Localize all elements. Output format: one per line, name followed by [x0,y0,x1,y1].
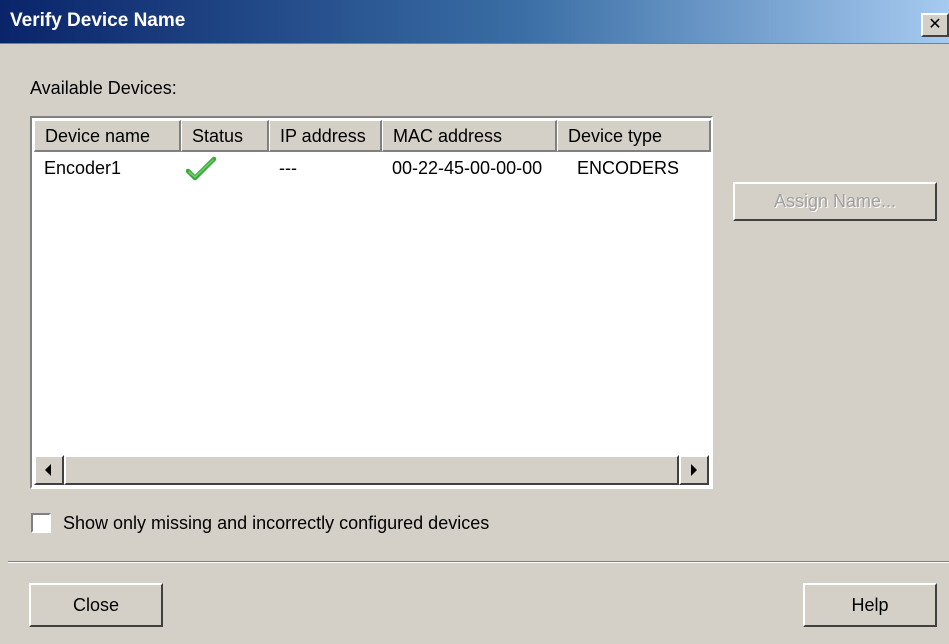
available-devices-label: Available Devices: [30,78,177,98]
column-header-mac-address[interactable]: MAC address [382,120,557,152]
help-button[interactable]: Help [803,583,937,627]
show-missing-checkbox[interactable] [31,513,51,533]
close-window-button[interactable]: ✕ [921,13,949,37]
column-header-status[interactable]: Status [181,120,269,152]
arrow-right-icon [691,464,697,476]
cell-device-type: ENCODERS [577,158,680,178]
cell-device-name: Encoder1 [44,158,122,178]
cell-mac-address: 00-22-45-00-00-00 [392,158,543,178]
column-header-device-type[interactable]: Device type [557,120,711,152]
title-bar: Verify Device Name ✕ [0,0,949,44]
green-checkmark-icon [185,156,218,187]
show-missing-label[interactable]: Show only missing and incorrectly config… [63,513,489,534]
window-title: Verify Device Name [10,10,186,31]
arrow-left-icon [45,464,51,476]
scroll-left-button[interactable] [34,455,64,485]
column-header-device-name[interactable]: Device name [34,120,181,152]
list-header: Device name Status IP address MAC addres… [34,120,711,152]
horizontal-scrollbar[interactable] [34,455,709,485]
scrollbar-thumb[interactable] [64,455,679,485]
separator [8,561,949,563]
close-button[interactable]: Close [29,583,163,627]
scroll-right-button[interactable] [679,455,709,485]
cell-ip-address: --- [279,158,297,178]
close-icon: ✕ [928,16,942,33]
device-list[interactable]: Device name Status IP address MAC addres… [30,116,713,489]
assign-name-button[interactable]: Assign Name... [733,182,937,221]
column-header-ip-address[interactable]: IP address [269,120,382,152]
table-row[interactable]: Encoder1 --- 00-22-45-00-00-00 ENCODERS [34,154,711,184]
